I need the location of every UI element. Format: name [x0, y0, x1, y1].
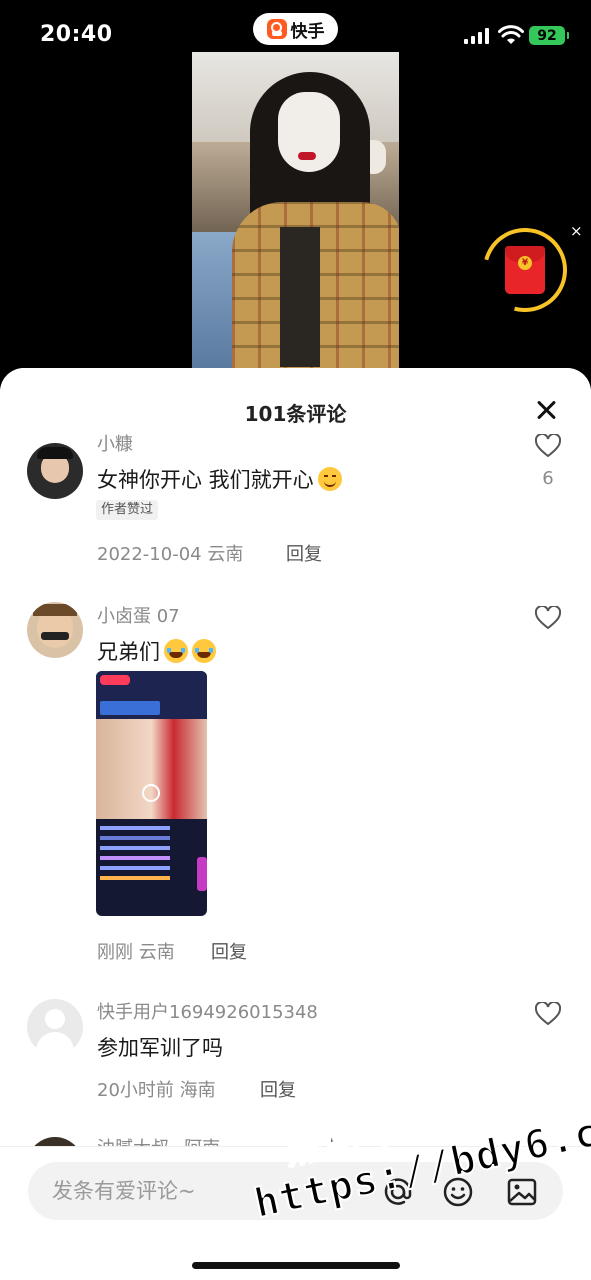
- comment-sheet-header: 101条评论: [0, 368, 591, 434]
- comment-username[interactable]: 小卤蛋 07: [97, 602, 180, 628]
- comment-sheet: 101条评论 小糠 女神你开心 我们就开心 作者赞过 2022-10-04 云南…: [0, 368, 591, 1280]
- comment-item: 小糠 女神你开心 我们就开心 作者赞过 2022-10-04 云南 回复 6: [0, 434, 591, 588]
- comment-text-content: 兄弟们: [97, 640, 160, 664]
- reply-button[interactable]: 回复: [211, 938, 247, 964]
- heart-icon[interactable]: [535, 434, 561, 458]
- app-name: 快手: [290, 21, 325, 42]
- like-count: 6: [542, 468, 554, 489]
- battery-indicator: 92: [529, 26, 569, 45]
- comment-text: 参加军训了吗: [97, 1036, 223, 1060]
- comment-list[interactable]: 小糠 女神你开心 我们就开心 作者赞过 2022-10-04 云南 回复 6 小…: [0, 434, 591, 1146]
- comment-input[interactable]: [52, 1162, 372, 1220]
- video-preview[interactable]: [192, 52, 399, 368]
- smile-emoji-icon: [317, 467, 342, 491]
- status-time: 20:40: [40, 22, 113, 47]
- comment-text: 女神你开心 我们就开心: [97, 464, 342, 494]
- avatar[interactable]: [27, 602, 83, 658]
- laughing-tears-emoji-icon: [164, 639, 188, 663]
- coin-icon: ¥: [518, 256, 532, 270]
- reply-button[interactable]: 回复: [286, 540, 322, 566]
- comment-text: 兄弟们: [97, 636, 216, 666]
- author-liked-badge: 作者赞过: [96, 500, 159, 520]
- avatar[interactable]: [27, 443, 83, 499]
- comment-meta: 2022-10-04 云南: [97, 544, 244, 565]
- comment-meta: 刚刚 云南: [97, 942, 175, 963]
- app-return-pill[interactable]: 快手: [253, 13, 338, 45]
- comment-input-bar: [0, 1146, 591, 1280]
- heart-icon[interactable]: [535, 606, 561, 630]
- comment-image[interactable]: [96, 671, 207, 916]
- emoji-icon[interactable]: [442, 1176, 474, 1208]
- comment-username[interactable]: 油腻大叔~阿南: [97, 1134, 220, 1146]
- close-icon[interactable]: [534, 398, 558, 422]
- avatar[interactable]: [27, 999, 83, 1055]
- comment-username[interactable]: 小糠: [97, 434, 133, 456]
- comment-text-content: 女神你开心 我们就开心: [97, 468, 314, 492]
- red-envelope-icon: ¥: [505, 246, 545, 294]
- image-picker-icon[interactable]: [506, 1176, 538, 1208]
- battery-level: 92: [537, 27, 557, 44]
- reply-button[interactable]: 回复: [260, 1076, 296, 1102]
- comment-meta: 20小时前 海南: [97, 1080, 216, 1101]
- wifi-icon: [498, 25, 524, 44]
- red-packet-close-button[interactable]: ×: [570, 224, 583, 239]
- heart-icon[interactable]: [535, 1002, 561, 1026]
- laughing-tears-emoji-icon: [192, 639, 216, 663]
- kuaishou-logo-icon: [266, 19, 287, 39]
- comment-username[interactable]: 快手用户1694926015348: [97, 998, 318, 1024]
- comment-input-container[interactable]: [28, 1162, 563, 1220]
- red-packet-button[interactable]: ¥: [467, 212, 583, 328]
- home-indicator[interactable]: [192, 1262, 400, 1269]
- at-mention-icon[interactable]: [382, 1176, 414, 1208]
- cellular-signal-icon: [464, 28, 489, 44]
- avatar[interactable]: [27, 1137, 83, 1146]
- comment-count-title: 101条评论: [244, 402, 347, 426]
